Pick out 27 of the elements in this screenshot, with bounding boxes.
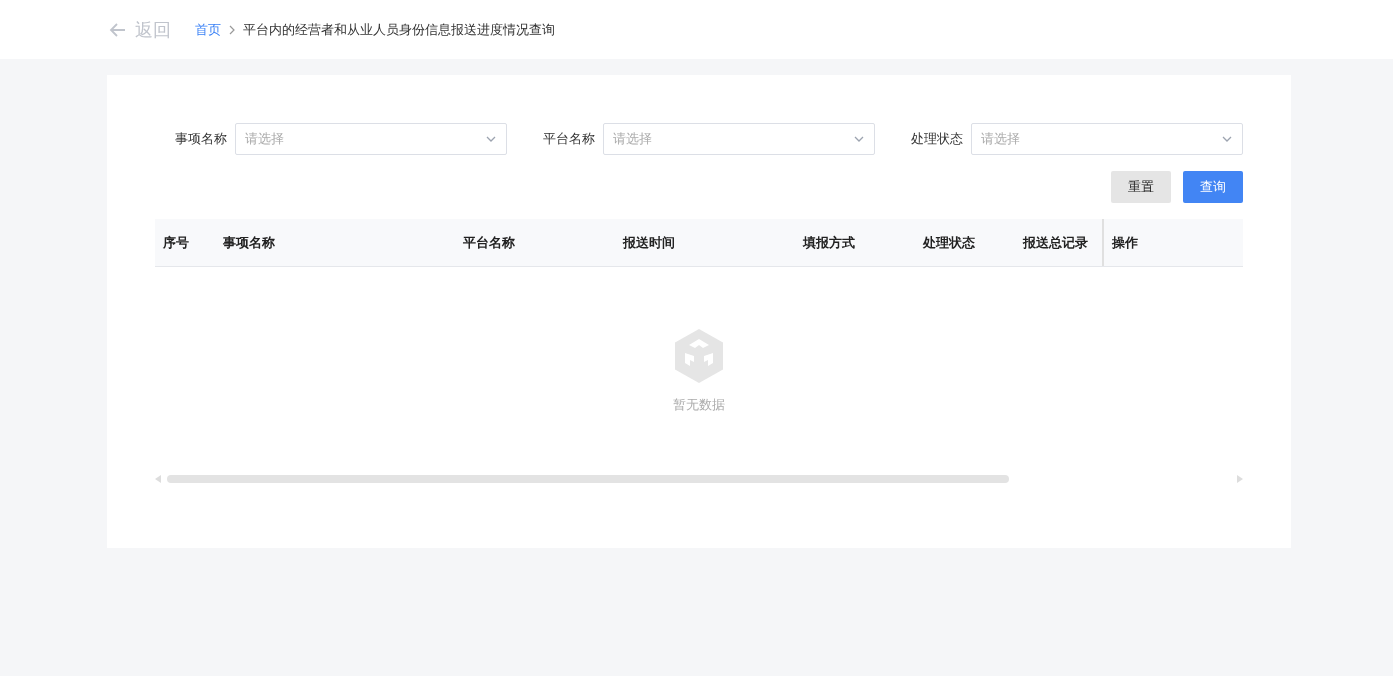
- horizontal-scrollbar[interactable]: [155, 473, 1243, 485]
- column-header: 填报方式: [803, 233, 855, 252]
- column-header: 事项名称: [223, 233, 275, 252]
- filter-label: 事项名称: [174, 130, 228, 149]
- column-header: 处理状态: [923, 233, 975, 252]
- reset-button[interactable]: 重置: [1111, 171, 1171, 203]
- chevron-right-icon: [228, 24, 236, 35]
- column-header: 报送时间: [623, 233, 675, 252]
- empty-text: 暂无数据: [673, 396, 725, 414]
- search-button[interactable]: 查询: [1183, 171, 1243, 203]
- scrollbar-thumb[interactable]: [167, 475, 1009, 483]
- back-arrow-icon: [109, 20, 127, 39]
- column-header: 报送总记录: [1023, 233, 1088, 252]
- select-field[interactable]: 请选择: [971, 123, 1243, 155]
- back-button[interactable]: 返回: [109, 16, 171, 43]
- column-header: 操作: [1112, 233, 1138, 252]
- scroll-left-icon[interactable]: [155, 475, 161, 483]
- breadcrumb-link[interactable]: 首页: [195, 19, 221, 40]
- select-field[interactable]: 请选择: [235, 123, 507, 155]
- breadcrumb-current: 平台内的经营者和从业人员身份信息报送进度情况查询: [243, 20, 555, 39]
- empty-box-icon: [675, 329, 723, 383]
- select-field[interactable]: 请选择: [603, 123, 875, 155]
- filter-label: 平台名称: [542, 130, 596, 149]
- scroll-right-icon[interactable]: [1237, 475, 1243, 483]
- filter-label: 处理状态: [910, 130, 964, 149]
- column-header: 平台名称: [463, 233, 515, 252]
- column-header: 序号: [163, 233, 189, 252]
